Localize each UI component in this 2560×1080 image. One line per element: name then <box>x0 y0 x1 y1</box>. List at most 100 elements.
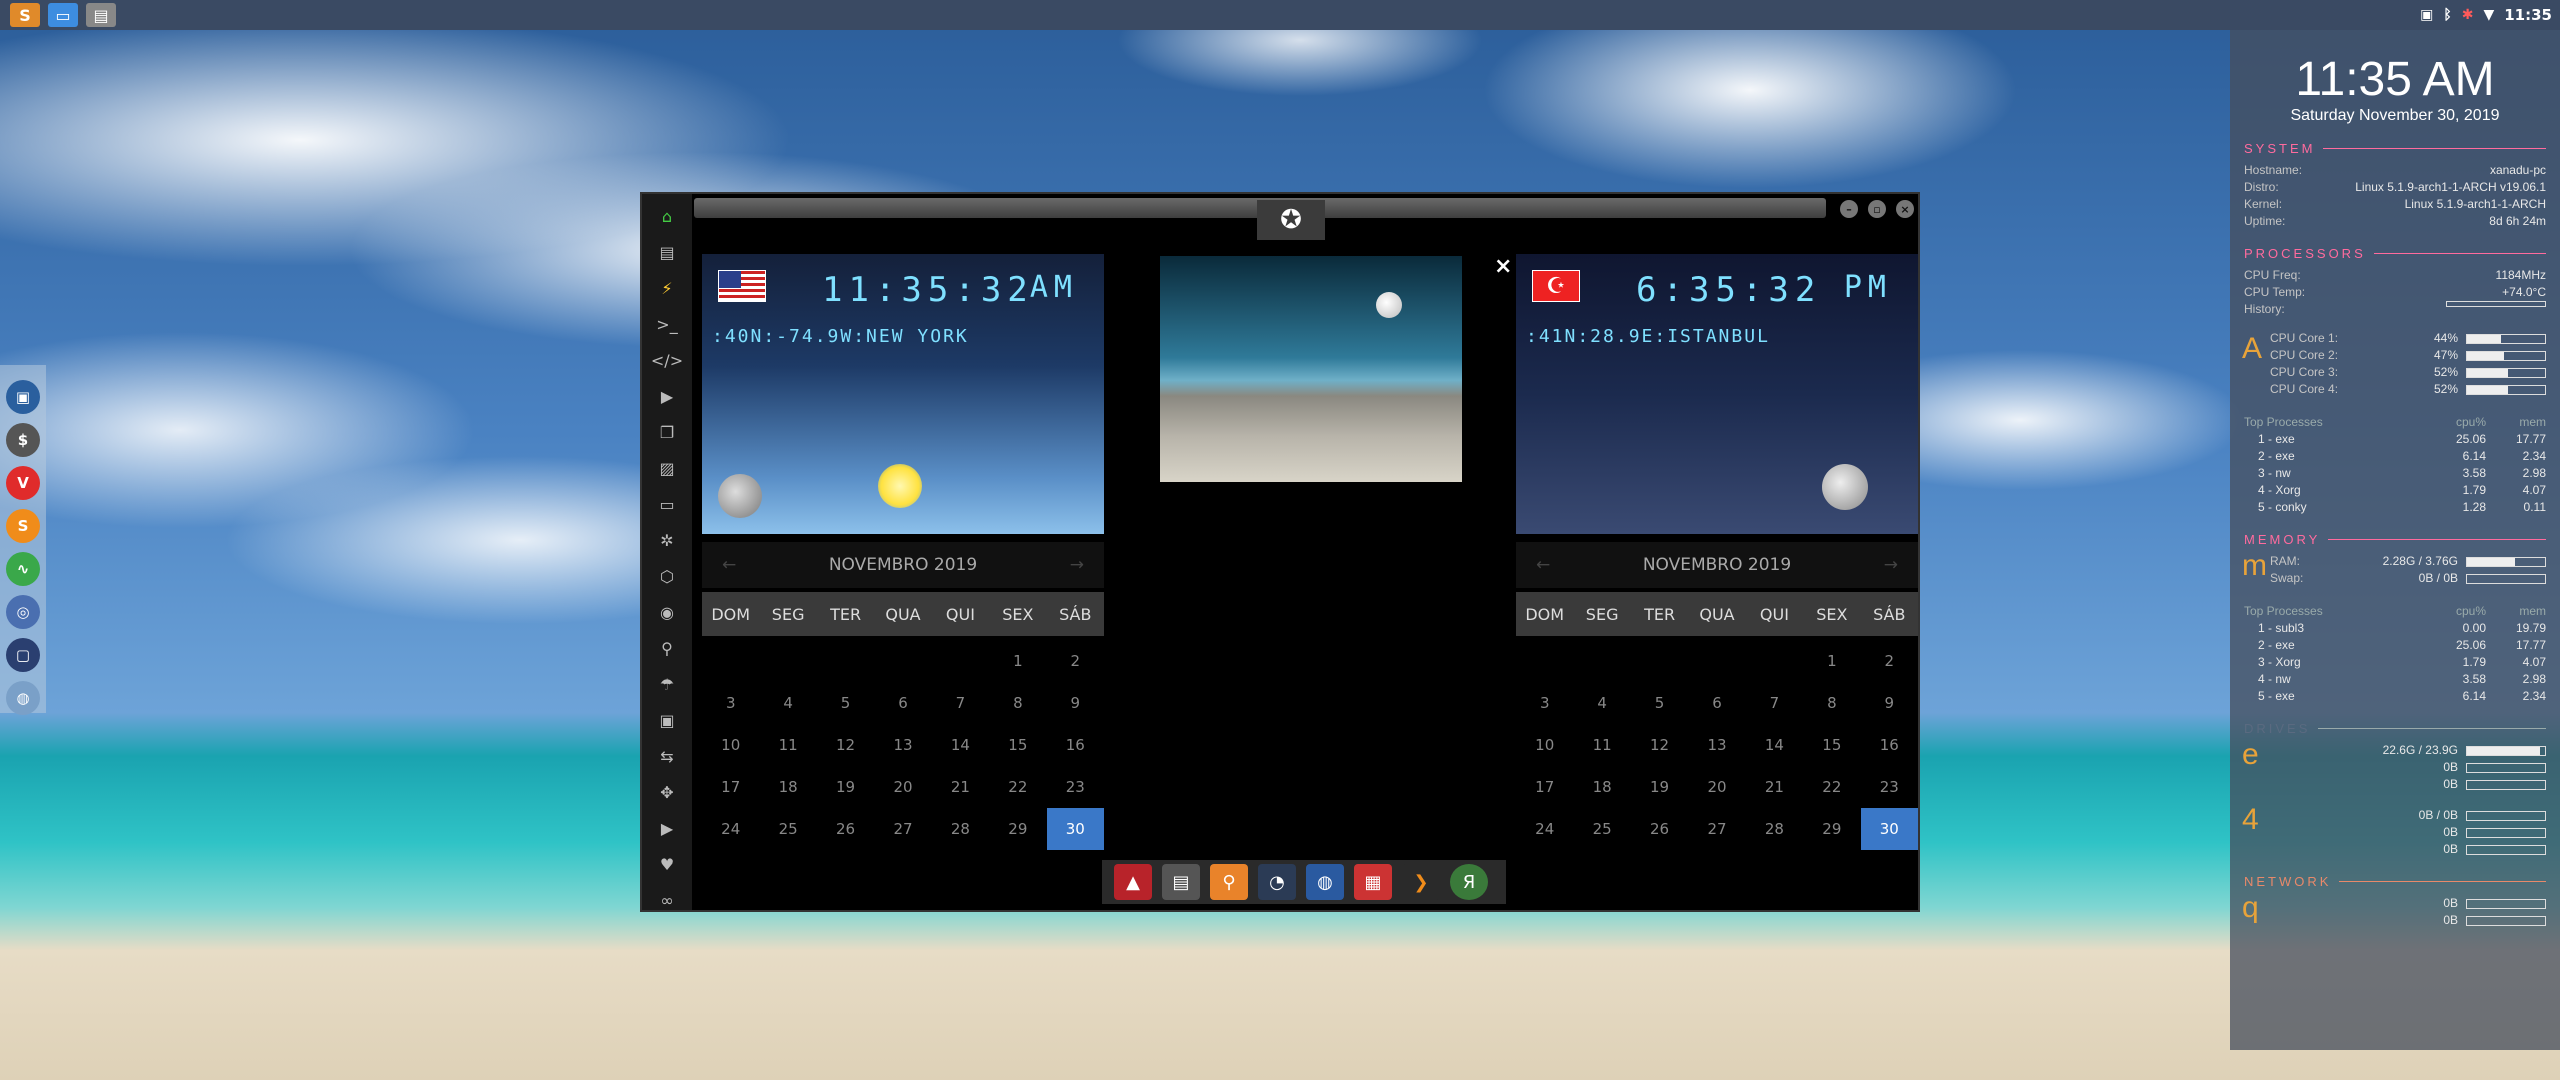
calendar-day[interactable]: 30 <box>1046 808 1104 850</box>
calendar-day[interactable]: 11 <box>1573 724 1630 766</box>
calendar-day[interactable]: 4 <box>1573 682 1630 724</box>
image-icon[interactable]: ▣ <box>2420 7 2433 23</box>
vivaldi-icon[interactable]: V <box>6 466 40 500</box>
expand-icon[interactable]: ✥ <box>642 774 692 810</box>
home-icon[interactable]: ⌂ <box>642 198 692 234</box>
window-manager-icon[interactable]: ▣ <box>6 380 40 414</box>
calendar-day[interactable]: 10 <box>1516 724 1573 766</box>
sublime-launcher-icon[interactable]: S <box>10 3 40 27</box>
calendar-day[interactable]: 13 <box>1688 724 1745 766</box>
umbrella-icon[interactable]: ☂ <box>642 666 692 702</box>
prev-month-button[interactable]: ← <box>722 555 736 575</box>
calendar-day[interactable]: 25 <box>1573 808 1630 850</box>
heart-icon[interactable]: ♥ <box>642 846 692 882</box>
copy-icon[interactable]: ❐ <box>642 414 692 450</box>
id-card-icon[interactable]: ▭ <box>642 486 692 522</box>
calendar-day[interactable]: 19 <box>817 766 874 808</box>
globe-app-icon[interactable]: ◍ <box>1306 864 1344 900</box>
calendar-day[interactable]: 1 <box>989 640 1046 682</box>
calendar-day[interactable]: 22 <box>1803 766 1860 808</box>
calendar-day[interactable]: 24 <box>702 808 759 850</box>
search-app-icon[interactable]: ⚲ <box>1210 864 1248 900</box>
calendar-day[interactable]: 23 <box>1047 766 1104 808</box>
calendar-day[interactable]: 27 <box>874 808 931 850</box>
close-image-button[interactable]: × <box>1494 254 1512 279</box>
calendar-day[interactable]: 6 <box>1688 682 1745 724</box>
minimize-button[interactable]: – <box>1840 200 1858 218</box>
calendar-day[interactable]: 3 <box>702 682 759 724</box>
calendar-day[interactable]: 8 <box>989 682 1046 724</box>
calendar-day[interactable]: 9 <box>1861 682 1918 724</box>
calendar-day[interactable]: 21 <box>1746 766 1803 808</box>
contact-icon[interactable]: ▣ <box>642 702 692 738</box>
currency-icon[interactable]: $ <box>6 423 40 457</box>
calendar-day[interactable]: 23 <box>1861 766 1918 808</box>
calendar-day[interactable]: 9 <box>1047 682 1104 724</box>
calendar-day[interactable]: 29 <box>989 808 1046 850</box>
calendar-day[interactable]: 14 <box>1746 724 1803 766</box>
calendar-day[interactable]: 21 <box>932 766 989 808</box>
globe-icon[interactable]: ◉ <box>642 594 692 630</box>
prev-month-button[interactable]: ← <box>1536 555 1550 575</box>
calendar-day[interactable]: 28 <box>932 808 989 850</box>
document-icon[interactable]: ▤ <box>642 234 692 270</box>
calendar-day[interactable]: 7 <box>932 682 989 724</box>
calendar-day[interactable]: 22 <box>989 766 1046 808</box>
terminal-icon[interactable]: ▤ <box>86 3 116 27</box>
next-month-button[interactable]: → <box>1070 555 1084 575</box>
calendar-day[interactable]: 16 <box>1047 724 1104 766</box>
search-icon[interactable]: ⚲ <box>642 630 692 666</box>
globe-icon[interactable]: ◍ <box>6 681 40 715</box>
calendar-day[interactable]: 20 <box>1688 766 1745 808</box>
bluetooth-icon[interactable]: ᛒ <box>2443 7 2451 23</box>
calendar-day[interactable]: 26 <box>817 808 874 850</box>
calendar-day[interactable]: 11 <box>759 724 816 766</box>
calendar-day[interactable]: 6 <box>874 682 931 724</box>
calendar-day[interactable]: 16 <box>1861 724 1918 766</box>
code-icon[interactable]: </> <box>642 342 692 378</box>
settings-icon[interactable]: ✲ <box>642 522 692 558</box>
calendar-day[interactable]: 24 <box>1516 808 1573 850</box>
next-month-button[interactable]: → <box>1884 555 1898 575</box>
clock-app-icon[interactable]: ◔ <box>1258 864 1296 900</box>
news-app-icon[interactable]: ▤ <box>1162 864 1200 900</box>
calendar-day[interactable]: 17 <box>1516 766 1573 808</box>
calendar-day[interactable]: 29 <box>1803 808 1860 850</box>
triangle-app-icon[interactable]: ▲ <box>1114 864 1152 900</box>
hexagon-icon[interactable]: ⬡ <box>642 558 692 594</box>
calendar-day[interactable]: 5 <box>1631 682 1688 724</box>
calendar-day[interactable]: 25 <box>759 808 816 850</box>
calendar-day[interactable]: 5 <box>817 682 874 724</box>
calendar-day[interactable]: 18 <box>759 766 816 808</box>
calendar-day[interactable]: 2 <box>1861 640 1918 682</box>
calendar-day[interactable]: 27 <box>1688 808 1745 850</box>
infinity-icon[interactable]: ∞ <box>642 882 692 918</box>
calendar-day[interactable]: 14 <box>932 724 989 766</box>
calendar-day[interactable]: 17 <box>702 766 759 808</box>
calendar-day[interactable]: 2 <box>1047 640 1104 682</box>
calendar-day[interactable]: 10 <box>702 724 759 766</box>
calendar-day[interactable]: 8 <box>1803 682 1860 724</box>
calendar-day[interactable]: 28 <box>1746 808 1803 850</box>
lightning-icon[interactable]: ⚡ <box>642 270 692 306</box>
screenshot-icon[interactable]: ▢ <box>6 638 40 672</box>
calendar-day[interactable]: 18 <box>1573 766 1630 808</box>
calendar-day[interactable]: 20 <box>874 766 931 808</box>
calendar-day[interactable]: 15 <box>989 724 1046 766</box>
update-icon[interactable]: ✱ <box>2462 7 2474 23</box>
calendar-day[interactable]: 19 <box>1631 766 1688 808</box>
terminal-prompt-icon[interactable]: >_ <box>642 306 692 342</box>
file-manager-icon[interactable]: ▭ <box>48 3 78 27</box>
youtube-icon[interactable]: ▶ <box>642 810 692 846</box>
calendar-day[interactable]: 30 <box>1860 808 1918 850</box>
calendar-day[interactable]: 7 <box>1746 682 1803 724</box>
calendar-day[interactable]: 13 <box>874 724 931 766</box>
calendar-day[interactable]: 3 <box>1516 682 1573 724</box>
calendar-day[interactable]: 12 <box>817 724 874 766</box>
calendar-day[interactable]: 12 <box>1631 724 1688 766</box>
activity-monitor-icon[interactable]: ∿ <box>6 552 40 586</box>
calendar-day[interactable]: 26 <box>1631 808 1688 850</box>
sublime-icon[interactable]: S <box>6 509 40 543</box>
topbar-clock[interactable]: 11:35 <box>2504 6 2552 24</box>
calendar-day[interactable]: 4 <box>759 682 816 724</box>
